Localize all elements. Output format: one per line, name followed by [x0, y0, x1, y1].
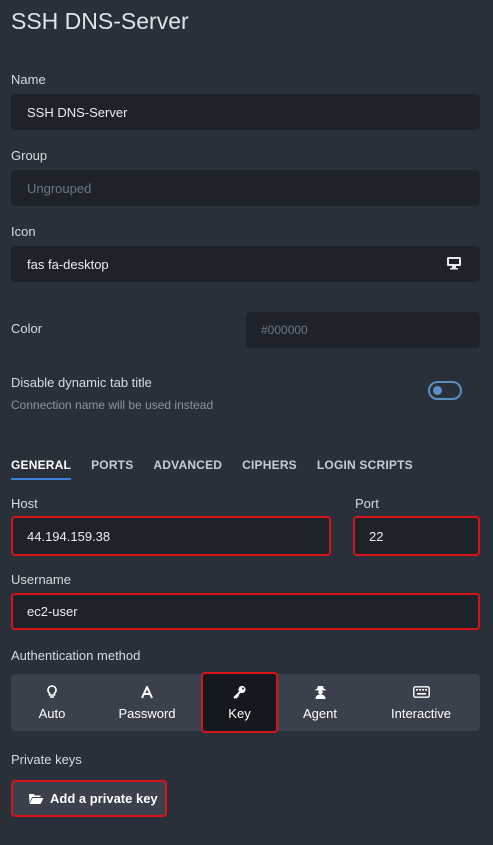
private-keys-label: Private keys: [11, 752, 82, 767]
tab-general[interactable]: GENERAL: [11, 458, 72, 480]
auth-option-label: Agent: [303, 706, 337, 721]
host-label: Host: [11, 496, 38, 511]
username-label: Username: [11, 572, 71, 587]
font-icon: [141, 684, 153, 700]
lightbulb-icon: [47, 684, 57, 700]
folder-open-icon: [29, 794, 44, 804]
keyboard-icon: [412, 684, 430, 700]
group-label: Group: [11, 148, 48, 163]
auth-option-auto[interactable]: Auto: [11, 674, 93, 731]
auth-option-label: Key: [228, 706, 251, 721]
toggle-knob: [433, 386, 442, 395]
add-private-key-label: Add a private key: [50, 791, 158, 806]
dynamic-tab-toggle[interactable]: [428, 381, 462, 400]
auth-option-label: Auto: [38, 706, 66, 721]
port-input[interactable]: 22: [353, 516, 480, 556]
dynamic-tab-note: Connection name will be used instead: [11, 398, 214, 412]
dynamic-tab-label: Disable dynamic tab title: [11, 375, 152, 390]
name-input[interactable]: SSH DNS-Server: [11, 94, 480, 130]
icon-input[interactable]: fas fa-desktop: [11, 246, 480, 282]
auth-option-agent[interactable]: Agent: [281, 674, 359, 731]
icon-label: Icon: [11, 224, 36, 239]
key-icon: [232, 684, 247, 700]
auth-method-selector: Auto Password Key Agent Interactive: [11, 672, 480, 733]
tab-ports[interactable]: PORTS: [91, 458, 133, 480]
host-input[interactable]: 44.194.159.38: [11, 516, 331, 556]
auth-method-label: Authentication method: [11, 648, 141, 663]
user-secret-icon: [314, 684, 327, 700]
page-title: SSH DNS-Server: [11, 8, 189, 34]
username-input[interactable]: ec2-user: [11, 593, 480, 630]
color-label: Color: [11, 321, 43, 336]
add-private-key-button[interactable]: Add a private key: [11, 780, 167, 817]
name-label: Name: [11, 72, 46, 87]
desktop-icon: [447, 257, 461, 270]
group-input[interactable]: Ungrouped: [11, 170, 480, 206]
auth-option-interactive[interactable]: Interactive: [371, 674, 471, 731]
tab-ciphers[interactable]: CIPHERS: [242, 458, 297, 480]
auth-option-password[interactable]: Password: [101, 674, 193, 731]
tab-login-scripts[interactable]: LOGIN SCRIPTS: [317, 458, 413, 480]
color-input[interactable]: #000000: [246, 312, 480, 348]
auth-option-label: Interactive: [391, 706, 451, 721]
connection-tabs: GENERAL PORTS ADVANCED CIPHERS LOGIN SCR…: [11, 458, 433, 480]
tab-advanced[interactable]: ADVANCED: [153, 458, 222, 480]
port-label: Port: [355, 496, 379, 511]
auth-option-label: Password: [118, 706, 176, 721]
icon-input-value: fas fa-desktop: [27, 256, 109, 272]
auth-option-key[interactable]: Key: [201, 672, 278, 733]
